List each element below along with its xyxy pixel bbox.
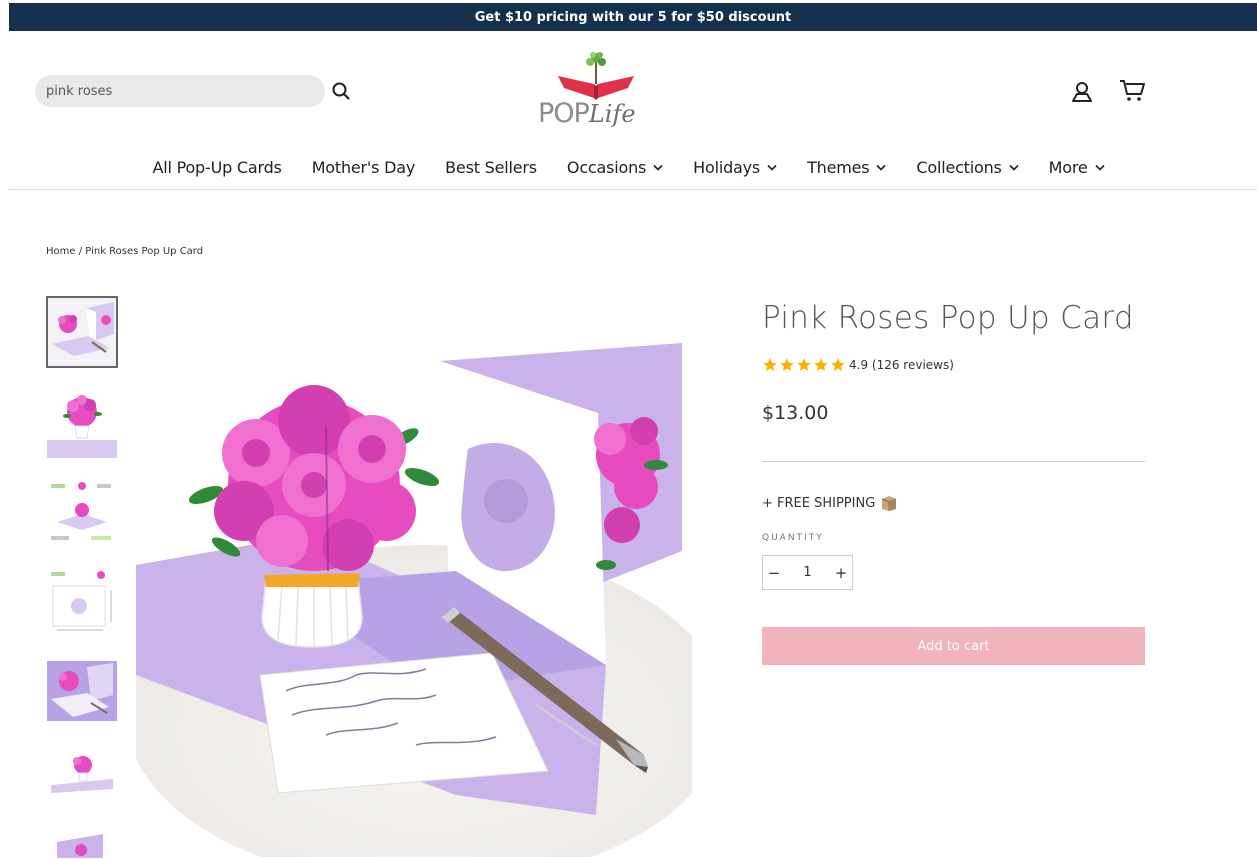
nav-item-occasions[interactable]: Occasions xyxy=(552,152,678,182)
product-thumbnail[interactable] xyxy=(47,656,117,726)
thumbnail-partial-image xyxy=(57,834,103,858)
chevron-down-icon xyxy=(1009,164,1019,171)
product-title: Pink Roses Pop Up Card xyxy=(762,300,1134,336)
quantity-decrease-button[interactable]: − xyxy=(763,556,785,589)
product-thumbnail[interactable] xyxy=(47,478,117,548)
nav-item-label: Best Sellers xyxy=(445,157,537,177)
thumbnail-roses-image xyxy=(47,395,117,458)
poplife-logo[interactable]: POPLife xyxy=(530,48,660,136)
nav-item-label: More xyxy=(1048,157,1088,177)
star-icon xyxy=(814,358,828,371)
breadcrumb-separator: / xyxy=(75,246,86,257)
nav-item-all-pop-up-cards[interactable]: All Pop-Up Cards xyxy=(137,152,296,182)
search-icon xyxy=(332,82,350,100)
nav-item-label: Collections xyxy=(916,157,1002,177)
nav-item-label: Holidays xyxy=(693,157,761,177)
nav-item-themes[interactable]: Themes xyxy=(792,152,901,182)
logo-text: POPLife xyxy=(538,98,636,129)
announcement-text: Get $10 pricing with our 5 for $50 disco… xyxy=(474,9,792,25)
product-thumbnail[interactable] xyxy=(47,820,117,858)
product-thumbnail[interactable] xyxy=(47,388,117,458)
cart-button[interactable] xyxy=(1118,78,1146,104)
add-to-cart-button[interactable]: Add to cart xyxy=(762,627,1145,665)
nav-item-label: Occasions xyxy=(566,157,647,177)
thumbnail-size-image xyxy=(51,571,112,631)
nav-item-mother-s-day[interactable]: Mother's Day xyxy=(297,152,430,182)
nav-item-label: Mother's Day xyxy=(311,157,416,177)
rating-stars xyxy=(762,357,846,373)
quantity-stepper: − + xyxy=(762,555,853,590)
breadcrumb: Home / Pink Roses Pop Up Card xyxy=(46,246,203,257)
product-price: $13.00 xyxy=(762,402,829,424)
product-thumbnail[interactable] xyxy=(46,296,118,368)
nav-item-holidays[interactable]: Holidays xyxy=(678,152,792,182)
thumbnail-roses-small-image xyxy=(51,756,113,793)
main-product-image[interactable] xyxy=(126,335,726,859)
chevron-down-icon xyxy=(653,164,663,171)
account-icon xyxy=(1072,82,1092,102)
nav-divider xyxy=(9,189,1257,190)
account-button[interactable] xyxy=(1070,80,1094,104)
chevron-down-icon xyxy=(876,164,886,171)
search-input[interactable] xyxy=(46,83,316,99)
rating-text[interactable]: 4.9 (126 reviews) xyxy=(849,358,954,372)
box-icon xyxy=(882,496,897,511)
search-field[interactable] xyxy=(35,75,325,107)
quantity-label: QUANTITY xyxy=(762,533,824,543)
product-thumbnail[interactable] xyxy=(47,568,117,638)
info-divider xyxy=(762,461,1145,462)
chevron-down-icon xyxy=(1094,164,1105,171)
thumbnail-features-image xyxy=(51,482,111,540)
chevron-down-icon xyxy=(767,164,777,171)
breadcrumb-home-link[interactable]: Home xyxy=(46,246,76,257)
quantity-input[interactable] xyxy=(785,556,830,589)
nav-item-collections[interactable]: Collections xyxy=(901,152,1033,182)
nav-item-best-sellers[interactable]: Best Sellers xyxy=(430,152,552,182)
announcement-bar: Get $10 pricing with our 5 for $50 disco… xyxy=(9,3,1257,31)
product-rating[interactable]: 4.9 (126 reviews) xyxy=(762,357,954,373)
star-icon xyxy=(797,358,811,371)
product-thumbnail[interactable] xyxy=(47,738,117,808)
star-icon xyxy=(831,358,845,371)
nav-item-label: Themes xyxy=(807,157,870,177)
quantity-increase-button[interactable]: + xyxy=(830,556,852,589)
thumbnail-card-purple-image xyxy=(47,661,117,721)
nav-item-label: All Pop-Up Cards xyxy=(152,157,282,177)
pink-roses-card-photo xyxy=(126,335,726,859)
logo-book-tree-icon xyxy=(558,52,634,100)
nav-item-more[interactable]: More xyxy=(1034,152,1120,182)
free-shipping-note: + FREE SHIPPING xyxy=(762,495,898,512)
star-icon xyxy=(763,358,777,371)
search-button[interactable] xyxy=(330,80,352,102)
main-nav: All Pop-Up Cards Mother's Day Best Sellers… xyxy=(0,152,1257,182)
shipping-text: + FREE SHIPPING xyxy=(762,496,876,511)
thumbnail-card-roses-image xyxy=(48,298,116,366)
star-icon xyxy=(780,358,794,371)
breadcrumb-current: Pink Roses Pop Up Card xyxy=(85,246,204,257)
cart-icon xyxy=(1120,80,1145,101)
